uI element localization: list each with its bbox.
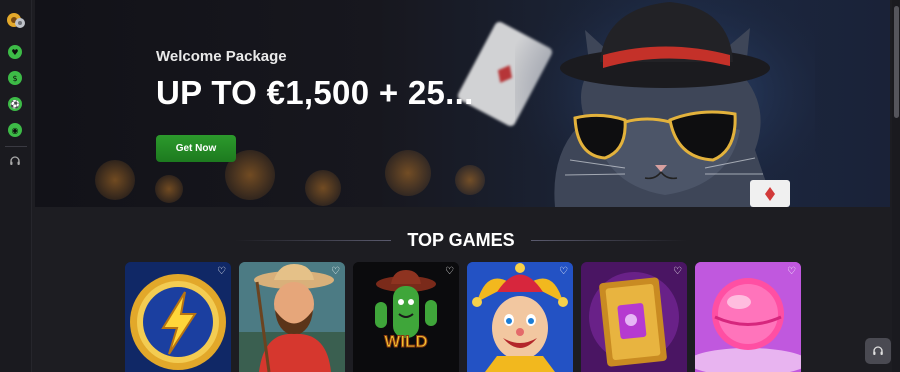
heart-icon[interactable]: ♡ [673,266,682,277]
game-tile-joker[interactable]: ♡ [467,262,573,372]
headset-icon[interactable] [8,154,22,168]
game-tile-golden-book[interactable]: ♡ [581,262,687,372]
candy-image [695,262,801,372]
cactus-wild-image [353,262,459,372]
heart-icon[interactable]: ♡ [445,266,454,277]
heart-icon[interactable]: ♡ [217,266,226,277]
cat-mascot-image [515,0,815,207]
heart-icon[interactable]: ♡ [559,266,568,277]
game-tile-fisherman[interactable]: ♡ [239,262,345,372]
coin-icon[interactable]: $ [8,71,22,85]
support-chat-button[interactable] [865,338,891,364]
bonus-headline: UP TO €1,500 + 25... [156,74,474,111]
top-games-header: TOP GAMES [235,228,688,252]
heart-icon[interactable]: ♡ [331,266,340,277]
sidebar: ♥ $ ⚽ ◉ [0,0,32,372]
chip-logo-icon[interactable] [5,10,27,30]
game-tile-lightning-coin[interactable]: ♡ [125,262,231,372]
golden-book-image [581,262,687,372]
welcome-banner[interactable]: Welcome Package UP TO €1,500 + 25... Get… [35,0,890,207]
joker-image [467,262,573,372]
heart-dice-icon[interactable]: ♥ [8,45,22,59]
page-scrollbar[interactable] [892,0,900,372]
wild-label: WILD [384,332,428,352]
headset-icon [873,346,883,355]
game-tile-candy[interactable]: ♡ [695,262,801,372]
sidebar-divider [5,146,27,147]
ball-icon[interactable]: ⚽ [8,97,22,111]
get-now-button[interactable]: Get Now [156,135,236,162]
scrollbar-thumb[interactable] [894,6,899,118]
title-divider-left [235,239,392,241]
heart-icon[interactable]: ♡ [787,266,796,277]
lightning-coin-image [125,262,231,372]
chip-icon[interactable]: ◉ [8,123,22,137]
top-games-title: TOP GAMES [407,229,515,250]
title-divider-right [530,239,688,241]
game-tile-cactus-wild[interactable]: WILD ♡ [353,262,459,372]
welcome-package-label: Welcome Package [156,48,287,65]
fisherman-image [239,262,345,372]
